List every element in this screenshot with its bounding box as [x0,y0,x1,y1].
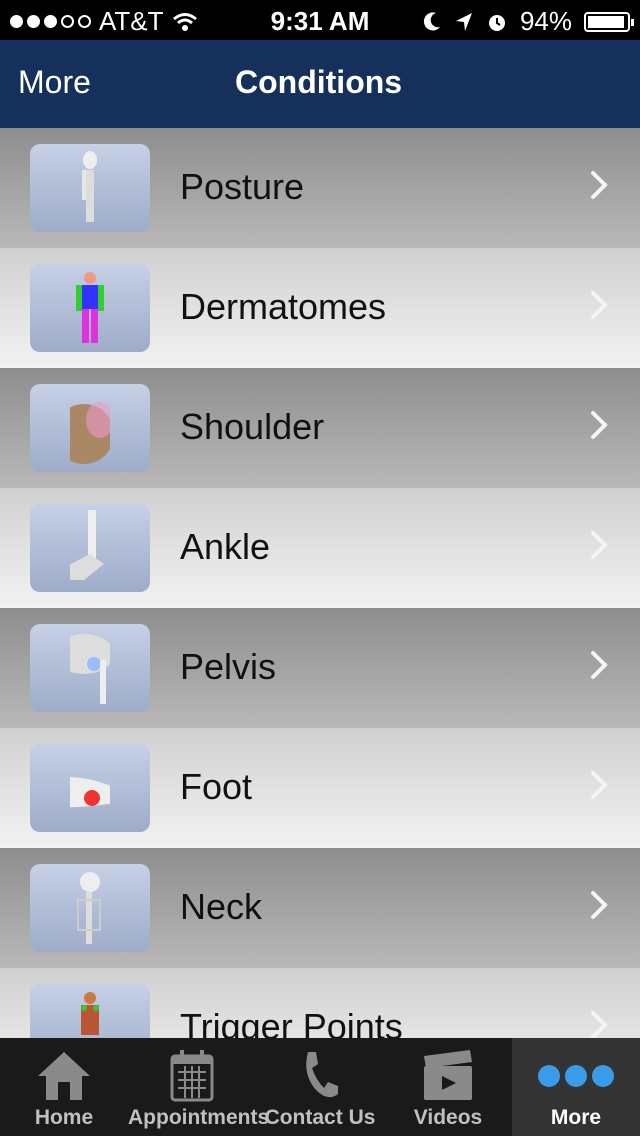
chevron-right-icon [591,651,608,679]
condition-row-trigger-points[interactable]: Trigger Points [0,968,640,1038]
chevron-right-icon [591,411,608,439]
calendar-icon [170,1048,214,1107]
condition-row-posture[interactable]: Posture [0,128,640,248]
chevron-right-icon [591,171,608,199]
condition-row-dermatomes[interactable]: Dermatomes [0,248,640,368]
condition-label: Neck [180,886,263,927]
tab-label: Appointments [128,1106,270,1129]
chevron-right-icon [591,891,608,919]
ankle-icon [30,504,150,592]
tab-bar: Home Appointments Contact Us Videos More [0,1038,640,1136]
tab-label: More [550,1106,602,1129]
battery-percent: 94% [519,6,572,36]
condition-label: Trigger Points [180,1006,403,1038]
location-arrow-icon [455,12,472,31]
condition-row-foot[interactable]: Foot [0,728,640,848]
chevron-right-icon [591,531,608,559]
moon-icon [423,11,440,30]
clapperboard-icon [422,1048,474,1107]
alarm-clock-icon [488,14,505,31]
battery-icon [584,11,634,32]
condition-row-ankle[interactable]: Ankle [0,488,640,608]
condition-row-shoulder[interactable]: Shoulder [0,368,640,488]
trigger-points-icon [30,984,150,1038]
foot-icon [30,744,150,832]
condition-row-neck[interactable]: Neck [0,848,640,968]
chevron-right-icon [591,1011,608,1038]
skeleton-side-icon [30,144,150,232]
page-title: Conditions [235,64,403,100]
tab-more[interactable]: More [512,1038,640,1136]
shoulder-icon [30,384,150,472]
tab-contact-us[interactable]: Contact Us [256,1038,384,1136]
chevron-right-icon [591,291,608,319]
status-bar: AT&T 9:31 AM 94% [0,0,640,40]
pelvis-icon [30,624,150,712]
tab-appointments[interactable]: Appointments [128,1038,270,1136]
neck-icon [30,864,150,952]
tab-label: Contact Us [264,1106,376,1129]
dermatome-body-icon [30,264,150,352]
phone-icon [298,1048,342,1107]
navigation-bar: More Conditions [0,40,640,128]
condition-label: Foot [180,766,253,807]
condition-label: Ankle [180,526,271,567]
condition-label: Posture [180,166,305,207]
condition-label: Shoulder [180,406,325,447]
conditions-list: Posture Dermatomes Shoulder Ankle Pelvis Foot… [0,128,640,1038]
chevron-right-icon [591,771,608,799]
back-button[interactable]: More [18,64,91,101]
tab-label: Videos [413,1106,483,1129]
home-icon [34,1048,94,1107]
tab-home[interactable]: Home [0,1038,128,1136]
condition-label: Pelvis [180,646,277,687]
tab-videos[interactable]: Videos [384,1038,512,1136]
condition-label: Dermatomes [180,286,387,327]
more-dots-icon [536,1056,616,1101]
status-right: 94% [422,6,634,37]
condition-row-pelvis[interactable]: Pelvis [0,608,640,728]
tab-label: Home [34,1106,94,1129]
